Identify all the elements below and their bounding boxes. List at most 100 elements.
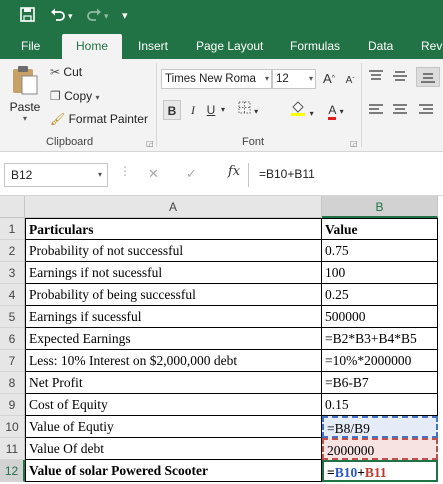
align-left-icon[interactable] (368, 103, 384, 120)
column-header-b[interactable]: B (322, 196, 438, 218)
save-icon[interactable] (20, 7, 35, 27)
copy-dropdown-icon: ▾ (95, 93, 100, 102)
cut-button[interactable]: ✂ Cut (50, 65, 82, 79)
cell-b7[interactable]: =10%*2000000 (322, 350, 438, 372)
cell-a6[interactable]: Expected Earnings (25, 328, 322, 350)
clipboard-launcher-icon[interactable]: ◲ (146, 139, 154, 148)
cut-label: Cut (63, 65, 83, 79)
insert-function-button[interactable]: fx (228, 164, 240, 179)
cell-a3[interactable]: Earnings if not sucessful (25, 262, 322, 284)
font-name-value: Times New Roma (165, 73, 256, 85)
row-header[interactable]: 2 (0, 240, 25, 262)
formula-plus: + (357, 465, 365, 480)
column-header-a[interactable]: A (25, 196, 322, 218)
format-painter-button[interactable]: 🖌 Format Painter (50, 112, 148, 126)
cell-b11[interactable]: 2000000 (322, 438, 438, 460)
cell-a11[interactable]: Value Of debt (25, 438, 322, 460)
paste-button[interactable]: Paste ▾ (6, 65, 44, 123)
cell-b12[interactable]: =B10+B11 (322, 460, 438, 482)
row-header[interactable]: 5 (0, 306, 25, 328)
chevron-down-icon: ▾ (254, 107, 259, 116)
cell-b4[interactable]: 0.25 (322, 284, 438, 306)
tab-review[interactable]: Revi (421, 34, 443, 59)
tab-insert[interactable]: Insert (138, 34, 168, 59)
redo-icon[interactable] (86, 7, 102, 27)
chevron-down-icon: ▾ (309, 109, 314, 118)
cell-b3[interactable]: 100 (322, 262, 438, 284)
cell-a10[interactable]: Value of Equtiy (25, 416, 322, 438)
row-header[interactable]: 4 (0, 284, 25, 306)
cell-b2[interactable]: 0.75 (322, 240, 438, 262)
worksheet-grid: A B 1 Particulars Value 2 Probability of… (0, 196, 443, 484)
cell-a2[interactable]: Probability of not successful (25, 240, 322, 262)
cell-a8[interactable]: Net Profit (25, 372, 322, 394)
row-header[interactable]: 12 (0, 460, 25, 482)
row-header[interactable]: 10 (0, 416, 25, 438)
fill-color-button[interactable]: ▾ (290, 100, 314, 120)
align-middle-icon[interactable] (392, 69, 408, 86)
row-header[interactable]: 1 (0, 218, 25, 240)
scissors-icon: ✂ (50, 65, 61, 79)
ribbon: Paste ▾ ✂ Cut ❐ Copy ▾ 🖌 Format Painter … (0, 59, 443, 152)
row-header[interactable]: 3 (0, 262, 25, 284)
align-right-icon[interactable] (418, 103, 434, 120)
align-bottom-icon[interactable] (416, 67, 440, 87)
font-size-combo[interactable]: 12 ▾ (272, 69, 316, 89)
caret-up-icon: ^ (331, 75, 335, 82)
splitter-handle-icon[interactable]: ⋮ (119, 164, 131, 178)
cell-a7[interactable]: Less: 10% Interest on $2,000,000 debt (25, 350, 322, 372)
select-all-corner[interactable] (0, 196, 25, 218)
name-box-value: B12 (11, 168, 33, 182)
align-top-icon[interactable] (368, 69, 384, 86)
formula-equals: = (327, 465, 335, 480)
enter-icon[interactable]: ✓ (186, 166, 197, 182)
tab-home[interactable]: Home (62, 34, 123, 59)
font-launcher-icon[interactable]: ◲ (350, 139, 358, 148)
cell-b1[interactable]: Value (322, 218, 438, 240)
cell-a12[interactable]: Value of solar Powered Scooter (25, 460, 322, 482)
clipboard-group-label: Clipboard (46, 136, 94, 148)
cell-b10[interactable]: =B8/B9 (322, 416, 438, 438)
cell-a9[interactable]: Cost of Equity (25, 394, 322, 416)
bold-button[interactable]: B (163, 100, 181, 120)
undo-dropdown-icon[interactable]: ▾ (68, 7, 73, 25)
grow-font-button[interactable]: A^ (322, 69, 336, 89)
underline-dropdown-icon[interactable]: ▾ (218, 100, 228, 120)
row-header[interactable]: 7 (0, 350, 25, 372)
borders-button[interactable]: ▾ (237, 100, 259, 120)
undo-icon[interactable] (50, 7, 66, 27)
tab-formulas[interactable]: Formulas (290, 34, 340, 59)
copy-button[interactable]: ❐ Copy ▾ (50, 89, 99, 103)
redo-dropdown-icon[interactable]: ▾ (104, 7, 109, 25)
caret-down-icon: ˇ (352, 78, 355, 84)
row-header[interactable]: 6 (0, 328, 25, 350)
tab-page-layout[interactable]: Page Layout (196, 34, 263, 59)
formula-input[interactable]: =B10+B11 (248, 163, 443, 187)
row-header[interactable]: 11 (0, 438, 25, 460)
cell-a1[interactable]: Particulars (25, 218, 322, 240)
align-center-icon[interactable] (392, 103, 408, 120)
chevron-down-icon: ▾ (339, 107, 344, 116)
cell-a5[interactable]: Earnings if sucessful (25, 306, 322, 328)
row-header[interactable]: 8 (0, 372, 25, 394)
cell-b6[interactable]: =B2*B3+B4*B5 (322, 328, 438, 350)
font-color-button[interactable]: A ▾ (322, 100, 350, 120)
name-box[interactable]: B12 ▾ (4, 163, 108, 187)
tab-data[interactable]: Data (368, 34, 393, 59)
tab-file[interactable]: File (21, 34, 40, 59)
cell-b5[interactable]: 500000 (322, 306, 438, 328)
font-name-combo[interactable]: Times New Roma ▾ (161, 69, 272, 89)
cell-b9[interactable]: 0.15 (322, 394, 438, 416)
underline-button[interactable]: U (204, 100, 218, 120)
italic-button[interactable]: I (186, 100, 200, 120)
shrink-font-button[interactable]: Aˇ (343, 71, 357, 91)
cell-b8[interactable]: =B6-B7 (322, 372, 438, 394)
row-header[interactable]: 9 (0, 394, 25, 416)
quick-access-toolbar: ▾ ▾ ▾ (0, 0, 443, 34)
paintbrush-icon: 🖌 (50, 112, 66, 126)
customize-qat-icon[interactable]: ▾ (122, 7, 128, 25)
clipboard-icon (6, 65, 44, 100)
cancel-icon[interactable]: ✕ (148, 166, 159, 182)
cell-a4[interactable]: Probability of being successful (25, 284, 322, 306)
paste-label: Paste (9, 100, 41, 114)
